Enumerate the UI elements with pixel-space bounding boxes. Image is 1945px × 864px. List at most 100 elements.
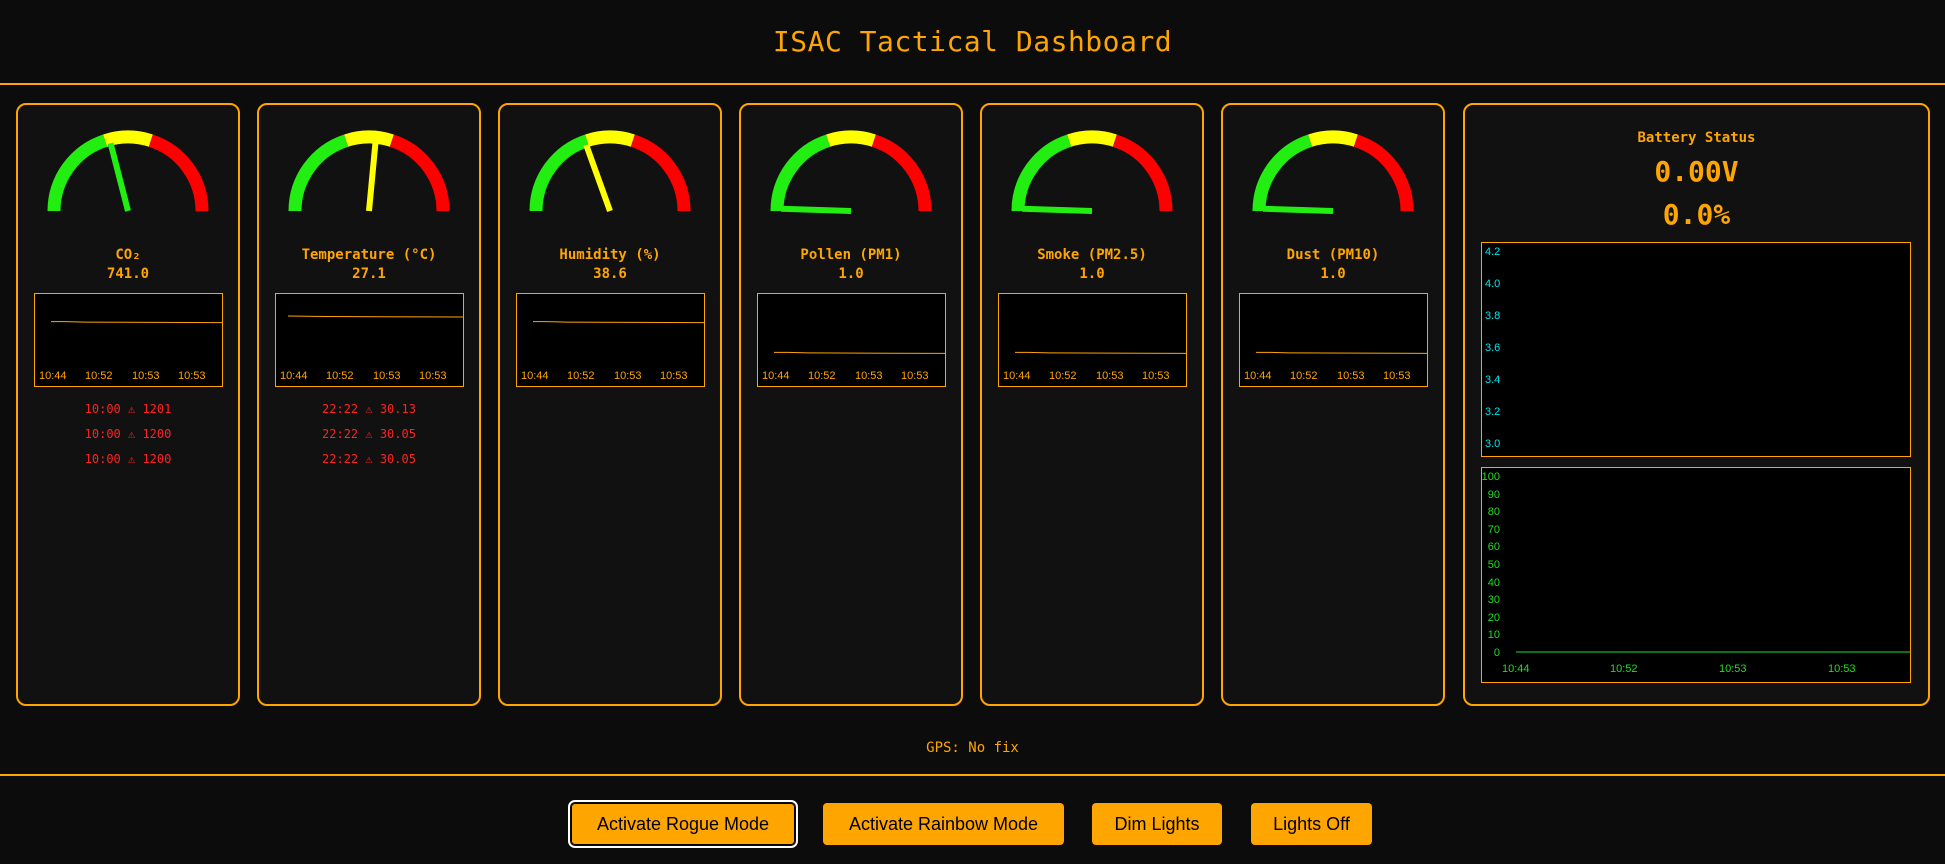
gauge-yellow-zone xyxy=(1067,130,1117,147)
time-tick-label: 10:53 xyxy=(132,370,160,382)
time-tick-label: 10:52 xyxy=(1049,370,1077,382)
gps-status: GPS: No fix xyxy=(926,740,1019,756)
sensor-value: 1.0 xyxy=(1079,266,1105,282)
sensor-value: 741.0 xyxy=(106,266,150,282)
battery-voltage-chart: 4.2 4.0 3.8 3.6 3.4 3.2 3.0 xyxy=(1481,242,1911,457)
page-title: ISAC Tactical Dashboard xyxy=(772,25,1173,58)
sensor-value: 27.1 xyxy=(352,266,386,282)
time-tick-label: 10:44 xyxy=(280,370,308,382)
gauge-red-zone xyxy=(1353,134,1414,212)
gauge xyxy=(770,130,932,214)
sensor-history-chart: 10:44 10:52 10:53 10:53 xyxy=(1239,293,1428,387)
sensor-history-line xyxy=(51,321,222,324)
sensor-history-chart: 10:44 10:52 10:53 10:53 xyxy=(516,293,705,387)
time-tick-label: 10:52 xyxy=(1290,370,1318,382)
activate-rogue-mode-button[interactable]: Activate Rogue Mode xyxy=(568,800,798,848)
sensor-label: Temperature (°C) xyxy=(301,247,437,263)
voltage-axis-label: 4.2 xyxy=(1485,246,1501,258)
time-tick-label: 10:44 xyxy=(762,370,790,382)
time-tick-label: 10:53 xyxy=(1383,370,1411,382)
time-tick-label: 10:44 xyxy=(1502,663,1530,675)
alert-item: 10:00 ⚠ 1201 xyxy=(84,402,172,416)
sensor-history-chart: 10:44 10:52 10:53 10:53 xyxy=(275,293,464,387)
gauge-needle xyxy=(1262,205,1334,214)
time-tick-label: 10:53 xyxy=(855,370,883,382)
gauge-yellow-zone xyxy=(344,130,394,147)
gauge-yellow-zone xyxy=(585,130,635,147)
alert-item: 22:22 ⚠ 30.05 xyxy=(322,427,416,441)
gauge xyxy=(47,130,209,212)
time-tick-label: 10:53 xyxy=(614,370,642,382)
time-tick-label: 10:52 xyxy=(326,370,354,382)
time-tick-label: 10:53 xyxy=(1142,370,1170,382)
time-tick-label: 10:52 xyxy=(808,370,836,382)
sensor-value: 38.6 xyxy=(593,266,627,282)
alert-list: 10:00 ⚠ 1201 10:00 ⚠ 1200 10:00 ⚠ 1200 xyxy=(18,397,238,472)
gauge-needle xyxy=(1021,205,1093,214)
gauge-green-zone xyxy=(1011,134,1072,212)
battery-percent-chart: 100 90 80 70 60 50 40 30 20 10 0 10:44 10:52 10:53 10:… xyxy=(1481,467,1911,683)
sensor-label: Pollen (PM1) xyxy=(800,247,902,263)
sensor-history-line xyxy=(1015,351,1186,354)
time-tick-label: 10:44 xyxy=(521,370,549,382)
time-tick-label: 10:44 xyxy=(1003,370,1031,382)
gauge xyxy=(529,130,691,213)
gauge-red-zone xyxy=(630,134,691,212)
time-tick-label: 10:44 xyxy=(39,370,67,382)
gauge-red-zone xyxy=(1112,134,1173,212)
time-tick-label: 10:52 xyxy=(85,370,113,382)
battery-panel: Battery Status 0.00V 0.0% 4.2 4.0 3.8 3.6 3.… xyxy=(1463,103,1930,706)
lights-off-button[interactable]: Lights Off xyxy=(1251,803,1372,845)
alert-item: 10:00 ⚠ 1200 xyxy=(84,452,172,466)
activate-rainbow-mode-button[interactable]: Activate Rainbow Mode xyxy=(823,803,1064,845)
gauge xyxy=(288,130,450,212)
time-tick-label: 10:53 xyxy=(1828,663,1856,675)
sensor-history-line xyxy=(287,315,463,318)
gauge-green-zone xyxy=(1252,134,1313,212)
control-bar: Activate Rogue Mode Activate Rainbow Mod… xyxy=(0,774,1945,864)
sensor-value: 1.0 xyxy=(838,266,864,282)
time-tick-label: 10:53 xyxy=(660,370,688,382)
gauge-green-zone xyxy=(47,134,108,212)
voltage-axis-label: 3.8 xyxy=(1485,310,1501,322)
dim-lights-button[interactable]: Dim Lights xyxy=(1092,803,1222,845)
gauge-red-zone xyxy=(871,134,932,212)
gauge xyxy=(1252,130,1414,214)
gauge-red-zone xyxy=(148,134,209,212)
gauge-needle xyxy=(107,142,131,212)
battery-percent: 0.0% xyxy=(1662,198,1731,231)
sensor-panel: Humidity (%) 38.6 10:44 10:52 10:53 10:53 xyxy=(498,103,722,706)
battery-voltage: 0.00V xyxy=(1654,155,1739,188)
time-tick-label: 10:53 xyxy=(1719,663,1747,675)
time-tick-label: 10:44 xyxy=(1244,370,1272,382)
sensor-label: Dust (PM10) xyxy=(1286,247,1380,263)
sensor-label: Smoke (PM2.5) xyxy=(1037,247,1147,263)
sensor-label: CO₂ xyxy=(115,247,141,263)
voltage-axis-label: 3.6 xyxy=(1485,342,1501,354)
alert-list: 22:22 ⚠ 30.13 22:22 ⚠ 30.05 22:22 ⚠ 30.05 xyxy=(259,397,479,472)
sensor-history-chart: 10:44 10:52 10:53 10:53 xyxy=(998,293,1187,387)
sensor-panel: Smoke (PM2.5) 1.0 10:44 10:52 10:53 10:53 xyxy=(980,103,1204,706)
time-tick-label: 10:53 xyxy=(373,370,401,382)
gauge-red-zone xyxy=(389,134,450,212)
time-tick-label: 10:53 xyxy=(1337,370,1365,382)
time-tick-label: 10:52 xyxy=(1610,663,1638,675)
voltage-axis-label: 3.2 xyxy=(1485,406,1501,418)
alert-item: 22:22 ⚠ 30.13 xyxy=(322,402,416,416)
time-tick-label: 10:53 xyxy=(178,370,206,382)
voltage-axis-label: 3.4 xyxy=(1485,374,1501,386)
gauge-green-zone xyxy=(770,134,831,212)
gauge-green-zone xyxy=(288,134,349,212)
sensor-label: Humidity (%) xyxy=(559,247,661,263)
gauge-needle xyxy=(366,141,379,212)
sensor-history-chart: 10:44 10:52 10:53 10:53 xyxy=(757,293,946,387)
gauge-yellow-zone xyxy=(103,130,153,147)
alert-item: 22:22 ⚠ 30.05 xyxy=(322,452,416,466)
time-tick-label: 10:52 xyxy=(567,370,595,382)
sensor-history-chart: 10:44 10:52 10:53 10:53 xyxy=(34,293,223,387)
voltage-axis-label: 3.0 xyxy=(1485,438,1501,450)
time-tick-label: 10:53 xyxy=(901,370,929,382)
sensor-panel: Pollen (PM1) 1.0 10:44 10:52 10:53 10:53 xyxy=(739,103,963,706)
voltage-axis-label: 4.0 xyxy=(1485,278,1501,290)
gauge-needle xyxy=(780,205,852,214)
